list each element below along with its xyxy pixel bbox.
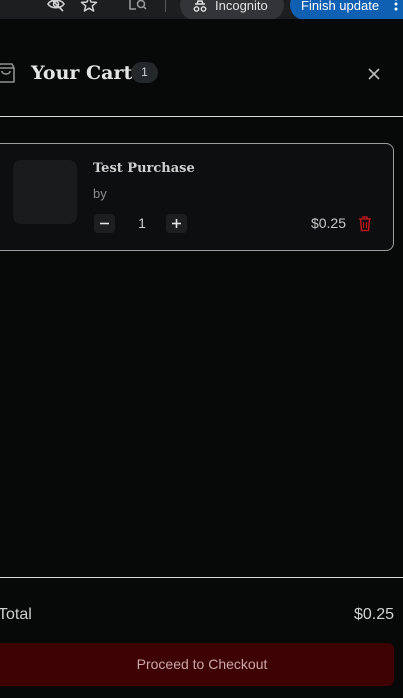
finish-update-label: Finish update (301, 0, 380, 13)
close-icon[interactable] (362, 64, 386, 84)
total-label: Total (0, 606, 32, 623)
plus-icon (172, 219, 181, 228)
finish-update-button[interactable]: Finish update (290, 0, 403, 19)
checkout-button[interactable]: Proceed to Checkout (0, 643, 394, 686)
star-icon[interactable] (80, 0, 98, 12)
total-value: $0.25 (353, 606, 394, 623)
incognito-icon (192, 0, 208, 12)
item-quantity: 1 (138, 215, 146, 231)
item-thumbnail (13, 160, 77, 224)
cart-title: Your Cart (31, 62, 133, 84)
lens-icon[interactable] (128, 0, 148, 12)
incognito-indicator[interactable]: Incognito (180, 0, 284, 19)
toolbar-divider (165, 0, 166, 12)
item-price: $0.25 (310, 215, 346, 231)
incognito-label: Incognito (215, 0, 268, 13)
item-name: Test Purchase (93, 161, 195, 176)
cart-header: Your Cart 1 (0, 19, 403, 117)
cart-footer: Total $0.25 Proceed to Checkout (0, 577, 403, 698)
trash-icon (359, 216, 371, 232)
remove-item-button[interactable] (357, 215, 373, 232)
decrease-quantity-button[interactable] (94, 214, 115, 233)
increase-quantity-button[interactable] (166, 214, 187, 233)
browser-toolbar: Incognito Finish update (0, 0, 403, 19)
shopping-bag-icon (0, 61, 18, 85)
eye-off-icon[interactable] (46, 0, 66, 12)
minus-icon (100, 222, 109, 225)
cart-count-badge: 1 (131, 62, 158, 83)
item-author: by (93, 186, 107, 201)
more-vert-icon[interactable] (394, 0, 398, 11)
cart-item: Test Purchase by 1 $0.25 (0, 143, 394, 251)
